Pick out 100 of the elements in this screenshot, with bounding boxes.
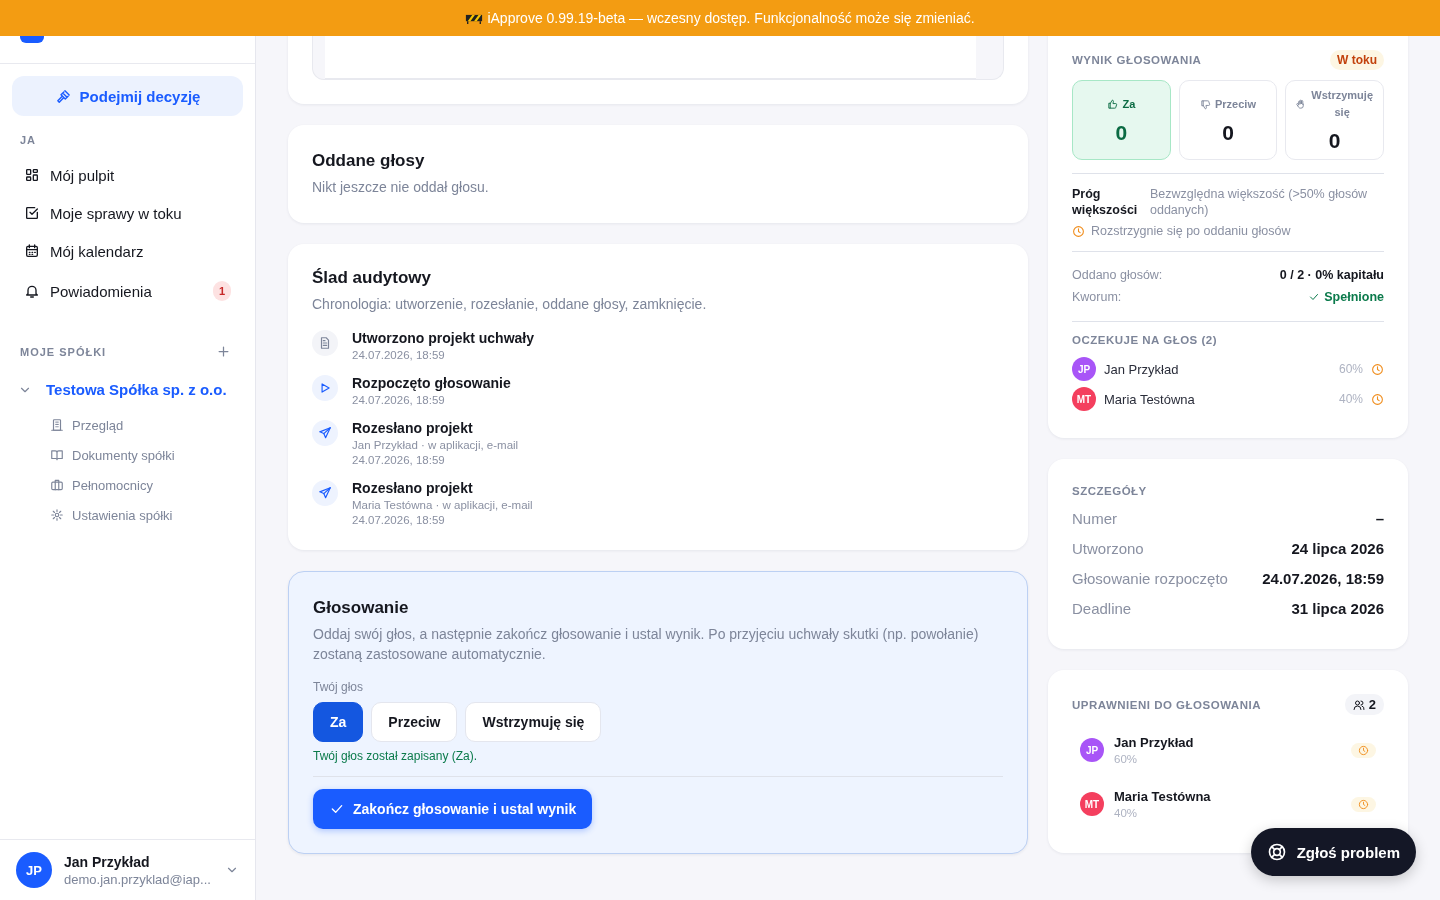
event-time: 24.07.2026, 18:59	[352, 454, 446, 466]
section-title: SZCZEGÓŁY	[1072, 485, 1148, 497]
status-message: Twój głos został zapisany (Za).	[313, 749, 479, 763]
tally-label: Za	[1122, 96, 1136, 112]
detail-label: Głosowanie rozpoczęto	[1072, 569, 1228, 587]
nav-item[interactable]: Powiadomienia 1	[12, 272, 243, 310]
detail-label: Deadline	[1072, 599, 1132, 617]
detail-label: Utworzono	[1072, 539, 1144, 557]
event-time: 24.07.2026, 18:59	[352, 394, 446, 406]
user-email: demo.jan.przyklad@iap...	[64, 871, 212, 887]
detail-label: Numer	[1072, 509, 1117, 527]
check-icon	[1308, 291, 1321, 303]
briefcase-icon	[50, 478, 64, 492]
avatar: MT	[1072, 387, 1096, 411]
tally-label: Wstrzymuję się	[1310, 88, 1375, 120]
section-title: JA	[19, 133, 38, 148]
gavel-icon	[54, 87, 72, 105]
send-icon	[312, 480, 338, 506]
dashboard-icon	[24, 167, 40, 183]
building-icon	[50, 418, 64, 432]
stat-value: 0 / 2 · 0% kapitału	[1279, 267, 1384, 284]
voter-share: 60%	[1338, 362, 1363, 376]
lifebuoy-icon	[1266, 842, 1287, 862]
vote-option[interactable]: Wstrzymuję się	[465, 702, 602, 742]
threshold-note: Rozstrzygnie się po oddaniu głosów	[1091, 224, 1291, 238]
thumbs-down-icon	[1200, 98, 1211, 110]
company-subitem[interactable]: Przegląd	[0, 410, 255, 440]
event-time: 24.07.2026, 18:59	[352, 514, 446, 526]
threshold-value: Bezwzględna większość (>50% głosów oddanych)	[1150, 186, 1369, 218]
section-title: MOJE SPÓŁKI	[20, 345, 107, 358]
tally-label: Przeciw	[1215, 96, 1256, 112]
voter-share: 40%	[1338, 392, 1363, 406]
card-subtitle: Chronologia: utworzenie, rozesłanie, oddane głosy, zamknięcie.	[312, 295, 708, 314]
count-badge: 2	[1344, 694, 1384, 715]
event-title: Rozesłano projekt	[352, 480, 474, 496]
stat-label: Kworum:	[1072, 289, 1122, 306]
tally-count: 0	[1328, 129, 1341, 153]
vote-option[interactable]: Za	[313, 702, 364, 742]
hand-icon	[1295, 98, 1307, 110]
stat-label: Oddano głosów:	[1072, 267, 1163, 284]
event-title: Rozesłano projekt	[352, 420, 474, 436]
tally-count: 0	[1115, 120, 1128, 145]
event-time: 24.07.2026, 18:59	[352, 349, 446, 361]
checkbox-icon	[24, 205, 40, 221]
user-menu[interactable]: JP Jan Przykład demo.jan.przyklad@iap...	[0, 839, 255, 900]
card-title: Głosowanie	[313, 598, 410, 618]
clock-icon	[1371, 362, 1384, 376]
thumbs-up-icon	[1107, 98, 1119, 110]
company-item[interactable]: Testowa Spółka sp. z o.o.	[0, 369, 255, 410]
vote-option[interactable]: Przeciw	[371, 702, 458, 742]
voter-share: 60%	[1114, 753, 1139, 765]
decision-button[interactable]: Podejmij decyzję	[12, 76, 243, 116]
event-title: Rozpoczęto głosowanie	[352, 375, 511, 391]
voter-share: 40%	[1114, 807, 1139, 819]
avatar: JP	[1080, 738, 1104, 762]
company-subitem[interactable]: Pełnomocnicy	[0, 470, 255, 500]
play-icon	[312, 375, 338, 401]
clock-icon	[1358, 798, 1369, 810]
card-title: Oddane głosy	[312, 151, 426, 171]
user-avatar: JP	[16, 852, 52, 888]
event-detail: Maria Testówna · w aplikacji, e-mail	[352, 499, 533, 511]
users-icon	[1352, 698, 1365, 711]
threshold-label: Próg większości	[1072, 186, 1139, 218]
clock-icon	[1358, 744, 1369, 756]
detail-value: –	[1375, 509, 1384, 527]
avatar: MT	[1080, 792, 1104, 816]
company-subitem[interactable]: Dokumenty spółki	[0, 440, 255, 470]
add-icon[interactable]	[216, 344, 231, 359]
empty-text: Nikt jeszcze nie oddał głosu.	[312, 178, 490, 197]
voter-name: Jan Przykład	[1114, 735, 1195, 750]
avatar: JP	[1072, 357, 1096, 381]
card-title: Ślad audytowy	[312, 268, 433, 288]
document-icon	[312, 330, 338, 356]
nav-item[interactable]: Mój pulpit	[12, 156, 243, 194]
section-title: OCZEKUJE NA GŁOS (2)	[1072, 334, 1219, 346]
tally-count: 0	[1222, 120, 1234, 145]
detail-value: 24.07.2026, 18:59	[1262, 569, 1384, 587]
count-badge: 1	[212, 281, 231, 301]
section-title: UPRAWNIENI DO GŁOSOWANIA	[1072, 698, 1261, 711]
send-icon	[312, 420, 338, 446]
voter-name: Maria Testówna	[1104, 391, 1196, 407]
detail-value: 31 lipca 2026	[1291, 599, 1384, 617]
report-button[interactable]: Zgłoś problem	[1250, 828, 1416, 876]
nav-item[interactable]: Mój kalendarz	[12, 232, 243, 270]
nav-item[interactable]: Moje sprawy w toku	[12, 194, 243, 232]
detail-value: 24 lipca 2026	[1291, 539, 1384, 557]
clock-icon	[1371, 392, 1384, 406]
voter-name: Jan Przykład	[1104, 361, 1180, 377]
user-name: Jan Przykład	[64, 853, 151, 870]
book-icon	[50, 448, 64, 462]
banner-text: iApprove 0.99.19-beta — wczesny dostęp. Funkcjonalność może się zmieniać.	[487, 10, 975, 26]
calendar-icon	[24, 243, 40, 259]
finish-button[interactable]: Zakończ głosowanie i ustal wynik	[313, 789, 593, 829]
company-subitem[interactable]: Ustawienia spółki	[0, 500, 255, 530]
field-label: Twój głos	[313, 680, 365, 694]
bell-icon	[24, 283, 40, 299]
voter-name: Maria Testówna	[1114, 789, 1212, 804]
section-title: WYNIK GŁOSOWANIA	[1072, 54, 1202, 66]
status-badge: W toku	[1330, 50, 1384, 70]
stat-value: Spełnione	[1324, 289, 1384, 306]
